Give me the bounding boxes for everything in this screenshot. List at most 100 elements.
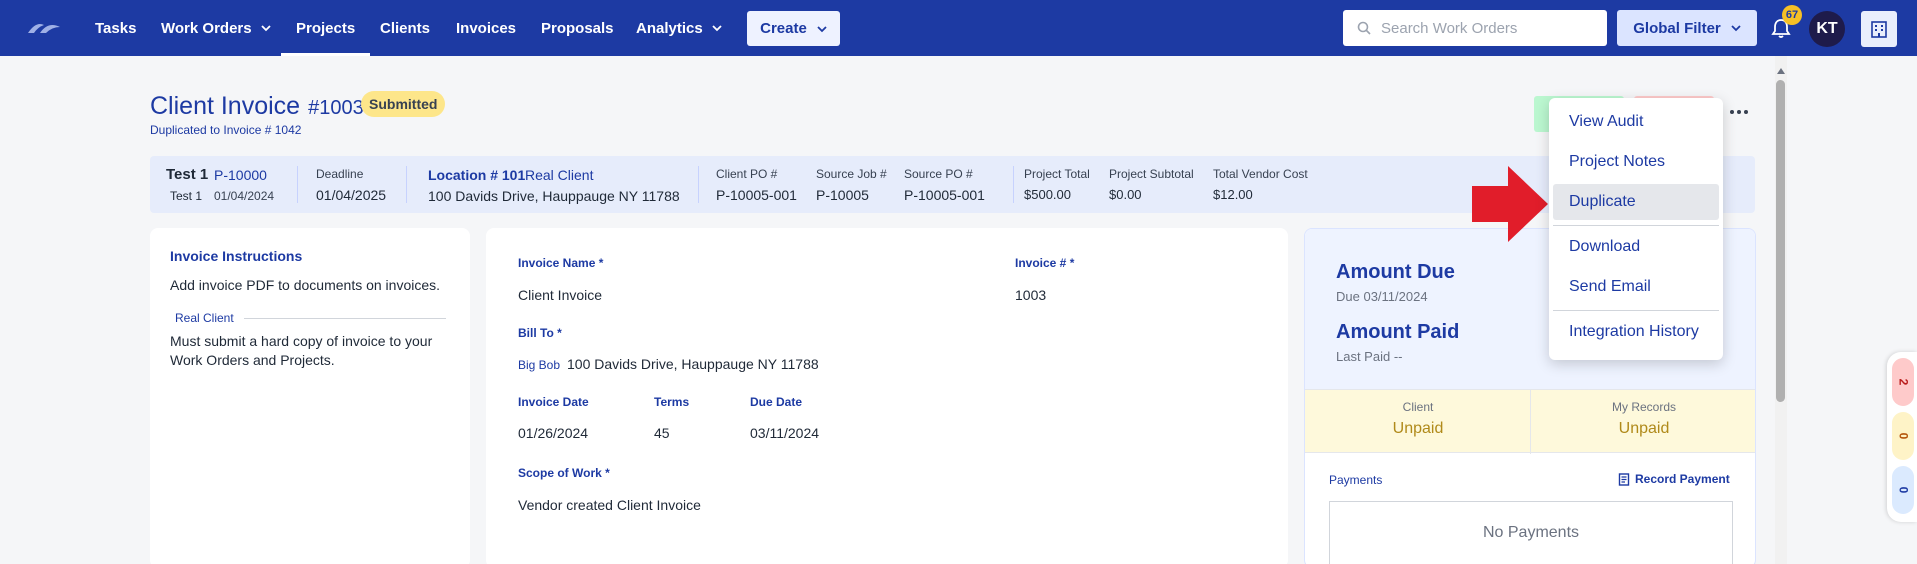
instructions-text: Add invoice PDF to documents on invoices… bbox=[170, 277, 441, 293]
terms-value: 45 bbox=[654, 425, 670, 441]
invoice-number-label: Invoice # * bbox=[1015, 256, 1075, 270]
menu-item-integration-history[interactable]: Integration History bbox=[1549, 314, 1723, 350]
project-sub: Test 1 bbox=[170, 189, 203, 203]
payments-label: Payments bbox=[1329, 473, 1383, 487]
divider bbox=[406, 166, 407, 203]
location-number[interactable]: Location # 101 bbox=[428, 167, 525, 183]
nav-invoices[interactable]: Invoices bbox=[456, 0, 516, 56]
divider bbox=[1013, 166, 1014, 203]
search-icon bbox=[1357, 21, 1371, 35]
nav-proposals[interactable]: Proposals bbox=[541, 0, 614, 56]
project-name[interactable]: Test 1 bbox=[166, 166, 208, 183]
project-subtotal-label: Project Subtotal bbox=[1109, 167, 1194, 181]
invoice-date-label: Invoice Date bbox=[518, 395, 589, 409]
due-date-value: 03/11/2024 bbox=[750, 425, 820, 441]
nav-work-orders[interactable]: Work Orders bbox=[161, 0, 271, 56]
terms-label: Terms bbox=[654, 395, 690, 409]
divider bbox=[698, 166, 699, 203]
building-icon bbox=[1871, 21, 1887, 38]
app-logo-icon[interactable] bbox=[26, 19, 62, 35]
location-client[interactable]: Real Client bbox=[525, 167, 593, 183]
menu-divider bbox=[1553, 225, 1719, 226]
side-pill-red[interactable]: 2 bbox=[1892, 358, 1914, 406]
record-payment-button[interactable]: Record Payment bbox=[1618, 472, 1730, 486]
more-options-menu: View Audit Project Notes Duplicate Downl… bbox=[1549, 98, 1723, 360]
scope-label: Scope of Work * bbox=[518, 466, 610, 480]
global-filter-button[interactable]: Global Filter bbox=[1617, 10, 1757, 46]
scroll-up-arrow-icon[interactable] bbox=[1777, 68, 1785, 74]
invoice-name-label: Invoice Name * bbox=[518, 256, 604, 270]
top-nav: Tasks Work Orders Projects Clients Invoi… bbox=[0, 0, 1917, 56]
project-total-value: $500.00 bbox=[1024, 187, 1071, 202]
vendor-cost-value: $12.00 bbox=[1213, 187, 1253, 202]
scrollbar-thumb[interactable] bbox=[1776, 80, 1785, 402]
menu-item-view-audit[interactable]: View Audit bbox=[1549, 104, 1723, 140]
more-options-icon[interactable] bbox=[1728, 104, 1750, 120]
duplicated-link[interactable]: Duplicated to Invoice # 1042 bbox=[150, 123, 301, 137]
project-total-label: Project Total bbox=[1024, 167, 1090, 181]
source-job-value[interactable]: P-10005 bbox=[816, 187, 869, 203]
search-input[interactable] bbox=[1381, 19, 1581, 37]
side-pill-blue[interactable]: 0 bbox=[1892, 466, 1914, 514]
deadline-label: Deadline bbox=[316, 167, 364, 181]
page-content: Client Invoice #1003 Submitted Duplicate… bbox=[0, 56, 1775, 564]
project-subtotal-value: $0.00 bbox=[1109, 187, 1142, 202]
divider bbox=[244, 318, 446, 319]
create-button[interactable]: Create bbox=[747, 11, 840, 46]
client-status: Client Unpaid bbox=[1305, 390, 1531, 454]
menu-item-download[interactable]: Download bbox=[1549, 229, 1723, 265]
search-box[interactable] bbox=[1343, 10, 1607, 46]
scope-value: Vendor created Client Invoice bbox=[518, 497, 701, 513]
side-pill-yellow[interactable]: 0 bbox=[1892, 412, 1914, 460]
status-badge: Submitted bbox=[361, 91, 446, 117]
divider bbox=[297, 166, 298, 203]
bill-to-label: Bill To * bbox=[518, 326, 562, 340]
instructions-title: Invoice Instructions bbox=[170, 248, 303, 264]
invoice-number: #1003 bbox=[308, 97, 364, 119]
amount-due-sub: Due 03/11/2024 bbox=[1336, 289, 1428, 304]
source-job-label: Source Job # bbox=[816, 167, 887, 181]
nav-clients[interactable]: Clients bbox=[380, 0, 430, 56]
due-date-label: Due Date bbox=[750, 395, 803, 409]
bill-to-address: 100 Davids Drive, Hauppauge NY 11788 bbox=[567, 356, 819, 372]
vendor-cost-label: Total Vendor Cost bbox=[1213, 167, 1308, 181]
amount-paid-sub: Last Paid -- bbox=[1336, 349, 1403, 364]
menu-item-send-email[interactable]: Send Email bbox=[1549, 269, 1723, 305]
receipt-icon bbox=[1618, 472, 1630, 486]
nav-analytics[interactable]: Analytics bbox=[636, 0, 722, 56]
records-status: My Records Unpaid bbox=[1531, 390, 1755, 454]
menu-divider bbox=[1553, 310, 1719, 311]
red-arrow-icon bbox=[1472, 166, 1548, 242]
records-status-label: My Records bbox=[1611, 400, 1676, 414]
deadline-value: 01/04/2025 bbox=[316, 187, 387, 203]
project-date: 01/04/2024 bbox=[214, 189, 275, 203]
notification-badge: 67 bbox=[1782, 5, 1802, 25]
no-payments-box: No Payments bbox=[1329, 501, 1733, 564]
client-po-value: P-10005-001 bbox=[716, 187, 797, 203]
invoice-date-value: 01/26/2024 bbox=[518, 425, 589, 441]
nav-projects[interactable]: Projects bbox=[280, 0, 371, 56]
invoice-details-card: Invoice Name * Client Invoice Invoice # … bbox=[486, 228, 1288, 564]
location-address: 100 Davids Drive, Hauppauge NY 11788 bbox=[428, 188, 680, 204]
chevron-down-icon bbox=[817, 25, 827, 32]
records-status-value: Unpaid bbox=[1618, 420, 1670, 437]
project-code[interactable]: P-10000 bbox=[214, 167, 267, 183]
organization-button[interactable] bbox=[1861, 11, 1897, 47]
source-po-label: Source PO # bbox=[904, 167, 973, 181]
chevron-down-icon bbox=[1731, 25, 1741, 32]
menu-item-duplicate[interactable]: Duplicate bbox=[1553, 184, 1719, 220]
client-status-value: Unpaid bbox=[1392, 420, 1444, 437]
chevron-down-icon bbox=[712, 25, 722, 32]
nav-tasks[interactable]: Tasks bbox=[95, 0, 136, 56]
instructions-client-label: Real Client bbox=[175, 311, 234, 325]
client-po-label: Client PO # bbox=[716, 167, 778, 181]
menu-item-project-notes[interactable]: Project Notes bbox=[1549, 144, 1723, 180]
chevron-down-icon bbox=[260, 25, 271, 32]
amount-due-title: Amount Due bbox=[1336, 261, 1455, 283]
source-po-value: P-10005-001 bbox=[904, 187, 985, 203]
bill-to-name[interactable]: Big Bob bbox=[518, 358, 560, 372]
invoice-name-value: Client Invoice bbox=[518, 287, 603, 303]
avatar[interactable]: KT bbox=[1809, 11, 1845, 47]
amount-paid-title: Amount Paid bbox=[1336, 321, 1460, 343]
invoice-title: Client Invoice bbox=[150, 92, 301, 120]
